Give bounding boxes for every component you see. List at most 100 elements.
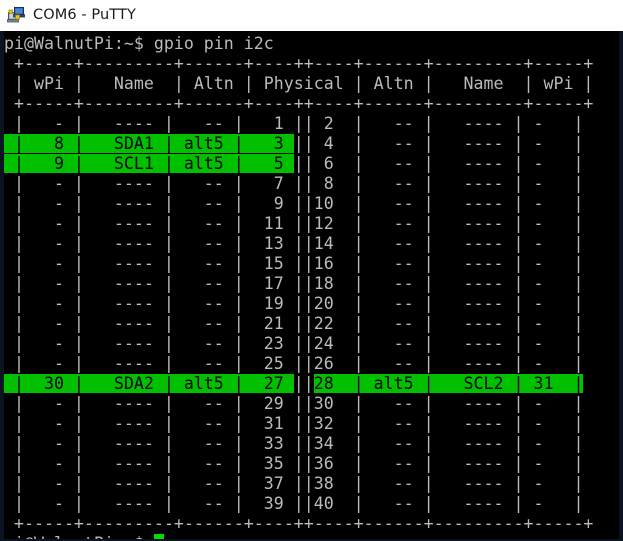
row-right-half: 28 | alt5 | SCL2 | 31 | xyxy=(313,374,584,393)
table-row: | - | ---- | -- | 35 ||36 | -- | ---- | … xyxy=(4,454,593,474)
table-row: | - | ---- | -- | 33 ||34 | -- | ---- | … xyxy=(4,434,593,454)
row-left-half: | - | ---- | -- | 31 xyxy=(4,414,294,433)
row-separator: || xyxy=(293,394,314,413)
row-left-half: | - | ---- | -- | 25 xyxy=(4,354,294,373)
row-right-half: 36 | -- | ---- | - | xyxy=(313,454,584,473)
row-right-half: 14 | -- | ---- | - | xyxy=(313,234,584,253)
table-header-row: | wPi | Name | Altn | Physical | Altn | … xyxy=(4,74,593,94)
row-right-half: 6 | -- | ---- | - | xyxy=(313,154,584,173)
table-row: | 30 | SDA2 | alt5 | 27 ||28 | alt5 | SC… xyxy=(4,374,593,394)
window-title: COM6 - PuTTY xyxy=(33,7,136,23)
row-separator: || xyxy=(293,174,314,193)
table-row: | - | ---- | -- | 23 ||24 | -- | ---- | … xyxy=(4,334,593,354)
table-row: | - | ---- | -- | 37 ||38 | -- | ---- | … xyxy=(4,474,593,494)
row-separator: || xyxy=(293,134,314,153)
row-right-half: 2 | -- | ---- | - | xyxy=(313,114,584,133)
table-row: | - | ---- | -- | 1 || 2 | -- | ---- | -… xyxy=(4,114,593,134)
row-left-half: | - | ---- | -- | 15 xyxy=(4,254,294,273)
table-row: | - | ---- | -- | 17 ||18 | -- | ---- | … xyxy=(4,274,593,294)
table-rule-top: +-----+---------+------+----++----+-----… xyxy=(4,54,593,74)
row-right-half: 32 | -- | ---- | - | xyxy=(313,414,584,433)
row-left-half: | - | ---- | -- | 23 xyxy=(4,334,294,353)
terminal-text-buffer: pi@WalnutPi:~$ gpio pin i2c +-----+-----… xyxy=(4,34,593,539)
row-separator: || xyxy=(293,314,314,333)
table-row: | - | ---- | -- | 21 ||22 | -- | ---- | … xyxy=(4,314,593,334)
row-separator: || xyxy=(293,234,314,253)
row-left-half: | 8 | SDA1 | alt5 | 3 xyxy=(4,134,294,153)
row-left-half: | - | ---- | -- | 13 xyxy=(4,234,294,253)
row-right-half: 16 | -- | ---- | - | xyxy=(313,254,584,273)
table-rule-text: +-----+---------+------+----++----+-----… xyxy=(4,514,594,533)
row-left-half: | - | ---- | -- | 9 xyxy=(4,194,294,213)
row-right-half: 40 | -- | ---- | - | xyxy=(313,494,584,513)
row-left-half: | 9 | SCL1 | alt5 | 5 xyxy=(4,154,294,173)
row-separator: || xyxy=(293,294,314,313)
row-separator: || xyxy=(293,114,314,133)
row-separator: || xyxy=(293,354,314,373)
terminal-prompt-line: pi@WalnutPi:~$ xyxy=(4,534,593,539)
row-left-half: | - | ---- | -- | 37 xyxy=(4,474,294,493)
row-left-half: | - | ---- | -- | 33 xyxy=(4,434,294,453)
table-header-text: | wPi | Name | Altn | Physical | Altn | … xyxy=(4,74,594,93)
row-separator: || xyxy=(293,414,314,433)
terminal-frame: pi@WalnutPi:~$ gpio pin i2c +-----+-----… xyxy=(0,31,623,541)
terminal-cursor xyxy=(153,534,164,539)
table-row: | - | ---- | -- | 39 ||40 | -- | ---- | … xyxy=(4,494,593,514)
row-right-half: 4 | -- | ---- | - | xyxy=(313,134,584,153)
row-separator: || xyxy=(293,454,314,473)
table-row: | - | ---- | -- | 9 ||10 | -- | ---- | -… xyxy=(4,194,593,214)
row-separator: || xyxy=(293,154,314,173)
table-rule-header: +-----+---------+------+----++----+-----… xyxy=(4,94,593,114)
table-row: | - | ---- | -- | 31 ||32 | -- | ---- | … xyxy=(4,414,593,434)
row-left-half: | - | ---- | -- | 29 xyxy=(4,394,294,413)
command-line-text: pi@WalnutPi:~$ gpio pin i2c xyxy=(4,34,274,53)
table-row: | - | ---- | -- | 11 ||12 | -- | ---- | … xyxy=(4,214,593,234)
putty-computer-icon xyxy=(7,6,26,25)
row-separator: || xyxy=(293,214,314,233)
row-right-half: 22 | -- | ---- | - | xyxy=(313,314,584,333)
table-row: | - | ---- | -- | 13 ||14 | -- | ---- | … xyxy=(4,234,593,254)
row-separator: || xyxy=(293,474,314,493)
row-left-half: | - | ---- | -- | 19 xyxy=(4,294,294,313)
table-rule-text: +-----+---------+------+----++----+-----… xyxy=(4,54,594,73)
row-left-half: | - | ---- | -- | 1 xyxy=(4,114,294,133)
terminal-command-line: pi@WalnutPi:~$ gpio pin i2c xyxy=(4,34,593,54)
row-separator: || xyxy=(293,334,314,353)
table-row: | - | ---- | -- | 15 ||16 | -- | ---- | … xyxy=(4,254,593,274)
window-titlebar[interactable]: COM6 - PuTTY xyxy=(0,0,623,31)
table-rule-bottom: +-----+---------+------+----++----+-----… xyxy=(4,514,593,534)
terminal-screen[interactable]: pi@WalnutPi:~$ gpio pin i2c +-----+-----… xyxy=(4,31,619,539)
row-left-half: | - | ---- | -- | 7 xyxy=(4,174,294,193)
table-row: | - | ---- | -- | 29 ||30 | -- | ---- | … xyxy=(4,394,593,414)
table-row: | 8 | SDA1 | alt5 | 3 || 4 | -- | ---- |… xyxy=(4,134,593,154)
row-right-half: 20 | -- | ---- | - | xyxy=(313,294,584,313)
row-left-half: | - | ---- | -- | 11 xyxy=(4,214,294,233)
row-right-half: 10 | -- | ---- | - | xyxy=(313,194,584,213)
row-right-half: 24 | -- | ---- | - | xyxy=(313,334,584,353)
row-separator: || xyxy=(293,274,314,293)
row-left-half: | - | ---- | -- | 21 xyxy=(4,314,294,333)
table-row: | - | ---- | -- | 19 ||20 | -- | ---- | … xyxy=(4,294,593,314)
table-row: | - | ---- | -- | 25 ||26 | -- | ---- | … xyxy=(4,354,593,374)
table-rule-text: +-----+---------+------+----++----+-----… xyxy=(4,94,594,113)
row-right-half: 38 | -- | ---- | - | xyxy=(313,474,584,493)
row-left-half: | - | ---- | -- | 17 xyxy=(4,274,294,293)
row-left-half: | 30 | SDA2 | alt5 | 27 xyxy=(4,374,294,393)
shell-prompt: pi@WalnutPi:~$ xyxy=(4,534,154,539)
row-left-half: | - | ---- | -- | 39 xyxy=(4,494,294,513)
row-separator: || xyxy=(293,374,314,393)
row-separator: || xyxy=(293,194,314,213)
row-right-half: 8 | -- | ---- | - | xyxy=(313,174,584,193)
table-row: | 9 | SCL1 | alt5 | 5 || 6 | -- | ---- |… xyxy=(4,154,593,174)
putty-window: COM6 - PuTTY pi@WalnutPi:~$ gpio pin i2c… xyxy=(0,0,623,541)
row-separator: || xyxy=(293,494,314,513)
row-separator: || xyxy=(293,434,314,453)
table-row: | - | ---- | -- | 7 || 8 | -- | ---- | -… xyxy=(4,174,593,194)
row-right-half: 30 | -- | ---- | - | xyxy=(313,394,584,413)
row-separator: || xyxy=(293,254,314,273)
row-right-half: 26 | -- | ---- | - | xyxy=(313,354,584,373)
row-right-half: 12 | -- | ---- | - | xyxy=(313,214,584,233)
row-left-half: | - | ---- | -- | 35 xyxy=(4,454,294,473)
row-right-half: 34 | -- | ---- | - | xyxy=(313,434,584,453)
row-right-half: 18 | -- | ---- | - | xyxy=(313,274,584,293)
